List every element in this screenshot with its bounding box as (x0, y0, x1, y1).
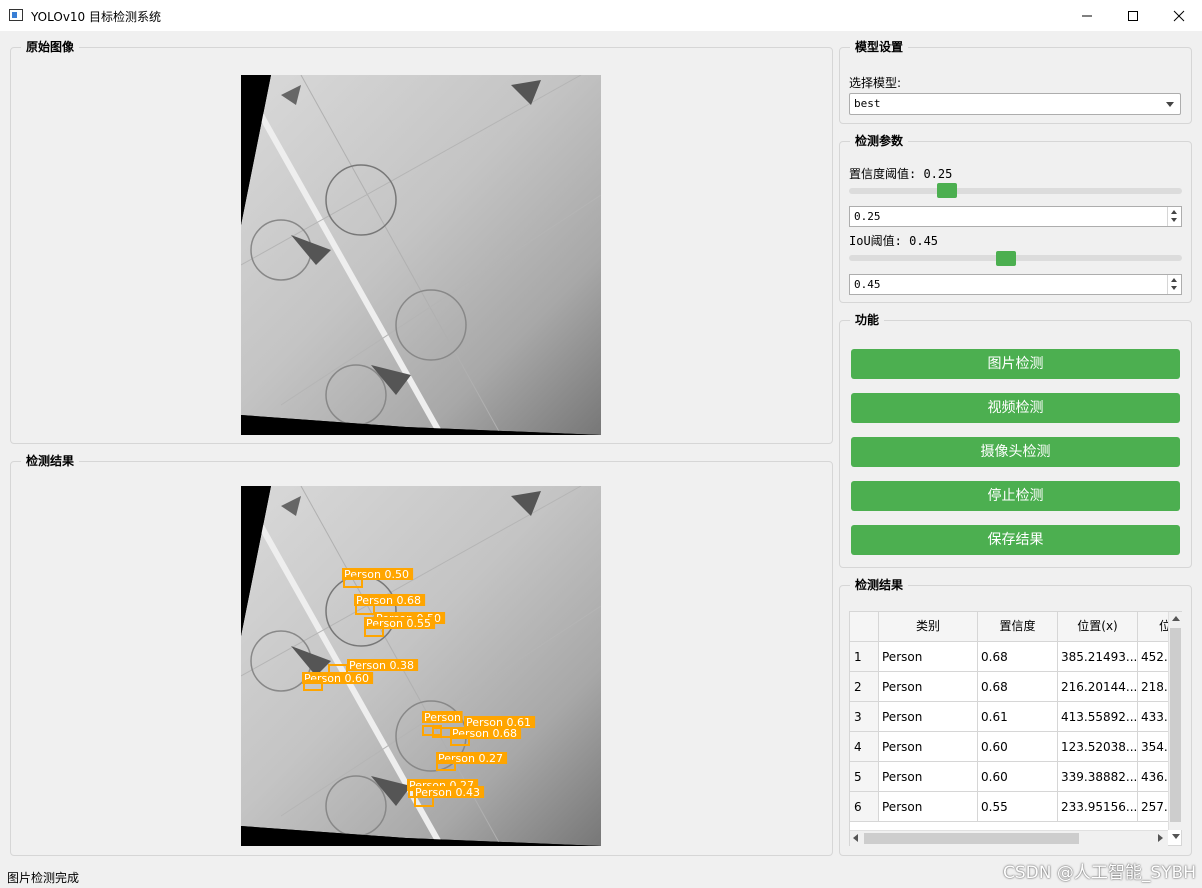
cell-confidence[interactable]: 0.60 (978, 732, 1058, 762)
cell-x[interactable]: 413.55892... (1058, 702, 1138, 732)
column-header-class[interactable]: 类别 (879, 612, 978, 642)
maximize-button[interactable] (1110, 0, 1156, 31)
scroll-up-icon[interactable] (1172, 616, 1180, 621)
results-table-title: 检测结果 (850, 577, 909, 593)
cell-confidence[interactable]: 0.60 (978, 762, 1058, 792)
results-table[interactable]: 类别 置信度 位置(x) 位 1 Person 0.68 385.21493... 45… (849, 611, 1182, 846)
minimize-button[interactable] (1064, 0, 1110, 31)
cell-class[interactable]: Person (879, 702, 978, 732)
conf-spinbox[interactable]: 0.25 (849, 206, 1182, 227)
detection-label: Person 0.55 (366, 617, 431, 630)
title-bar: YOLOv10 目标检测系统 (0, 0, 1202, 32)
cell-class[interactable]: Person (879, 762, 978, 792)
scroll-left-icon[interactable] (853, 834, 858, 842)
spin-up-icon[interactable] (1171, 210, 1177, 214)
cell-class[interactable]: Person (879, 642, 978, 672)
detection-label: Person 0.38 (349, 659, 414, 672)
save-results-button[interactable]: 保存结果 (851, 525, 1180, 555)
row-header[interactable]: 5 (850, 762, 879, 792)
cell-class[interactable]: Person (879, 732, 978, 762)
row-header[interactable]: 6 (850, 792, 879, 822)
row-header[interactable]: 3 (850, 702, 879, 732)
cell-x[interactable]: 216.20144... (1058, 672, 1138, 702)
original-image-title: 原始图像 (21, 39, 80, 55)
horizontal-scroll-thumb[interactable] (864, 833, 1079, 844)
iou-threshold-label: IoU阈值: 0.45 (849, 234, 939, 248)
spin-down-icon[interactable] (1171, 286, 1177, 290)
app-icon (9, 9, 23, 21)
detection-label: Person 0.27 (438, 752, 503, 765)
model-select[interactable]: best (849, 93, 1181, 115)
cell-confidence[interactable]: 0.68 (978, 672, 1058, 702)
row-header[interactable]: 1 (850, 642, 879, 672)
scroll-down-icon[interactable] (1172, 834, 1180, 839)
detection-label: Person (424, 711, 461, 724)
cell-x[interactable]: 123.52038... (1058, 732, 1138, 762)
iou-slider-handle[interactable] (995, 251, 1016, 266)
conf-spinbox-value: 0.25 (854, 210, 881, 223)
cell-confidence[interactable]: 0.55 (978, 792, 1058, 822)
result-image: Person 0.50Person 0.68Person 0.50Person … (241, 486, 601, 846)
watermark: CSDN @人工智能_SYBH (1003, 863, 1196, 883)
table-corner[interactable] (850, 612, 879, 642)
camera-detect-button[interactable]: 摄像头检测 (851, 437, 1180, 467)
cell-confidence[interactable]: 0.68 (978, 642, 1058, 672)
cell-class[interactable]: Person (879, 672, 978, 702)
chevron-down-icon (1166, 102, 1174, 107)
close-icon (1173, 10, 1185, 21)
video-detect-button[interactable]: 视频检测 (851, 393, 1180, 423)
conf-slider-handle[interactable] (937, 183, 958, 198)
cell-x[interactable]: 385.21493... (1058, 642, 1138, 672)
conf-threshold-label: 置信度阈值: 0.25 (849, 167, 953, 181)
detection-params-title: 检测参数 (850, 133, 909, 149)
cell-x[interactable]: 233.95156... (1058, 792, 1138, 822)
row-header[interactable]: 4 (850, 732, 879, 762)
conf-spin-buttons[interactable] (1167, 207, 1181, 226)
stop-detect-button[interactable]: 停止检测 (851, 481, 1180, 511)
model-select-value: best (854, 97, 881, 110)
cell-confidence[interactable]: 0.61 (978, 702, 1058, 732)
detection-label: Person 0.50 (344, 568, 409, 581)
horizontal-scrollbar[interactable] (850, 830, 1168, 846)
iou-spinbox-value: 0.45 (854, 278, 881, 291)
detection-label: Person 0.68 (452, 727, 517, 740)
iou-spin-buttons[interactable] (1167, 275, 1181, 294)
detection-overlay: Person 0.50Person 0.68Person 0.50Person … (302, 568, 536, 807)
window-title: YOLOv10 目标检测系统 (31, 10, 162, 24)
column-header-x[interactable]: 位置(x) (1058, 612, 1138, 642)
model-select-label: 选择模型: (849, 76, 902, 90)
image-detect-button[interactable]: 图片检测 (851, 349, 1180, 379)
detection-label: Person 0.60 (304, 672, 369, 685)
original-image (241, 75, 601, 435)
minimize-icon (1082, 15, 1092, 16)
maximize-icon (1128, 10, 1138, 21)
row-header[interactable]: 2 (850, 672, 879, 702)
status-text: 图片检测完成 (7, 871, 80, 885)
column-header-confidence[interactable]: 置信度 (978, 612, 1058, 642)
iou-spinbox[interactable]: 0.45 (849, 274, 1182, 295)
model-settings-title: 模型设置 (850, 39, 909, 55)
result-image-title: 检测结果 (21, 453, 80, 469)
scroll-right-icon[interactable] (1158, 834, 1163, 842)
functions-title: 功能 (850, 312, 885, 328)
close-button[interactable] (1156, 0, 1202, 31)
vertical-scrollbar[interactable] (1168, 612, 1182, 839)
cell-x[interactable]: 339.38882... (1058, 762, 1138, 792)
conf-slider[interactable] (849, 188, 1182, 194)
vertical-scroll-thumb[interactable] (1170, 628, 1181, 822)
spin-up-icon[interactable] (1171, 278, 1177, 282)
spin-down-icon[interactable] (1171, 218, 1177, 222)
cell-class[interactable]: Person (879, 792, 978, 822)
